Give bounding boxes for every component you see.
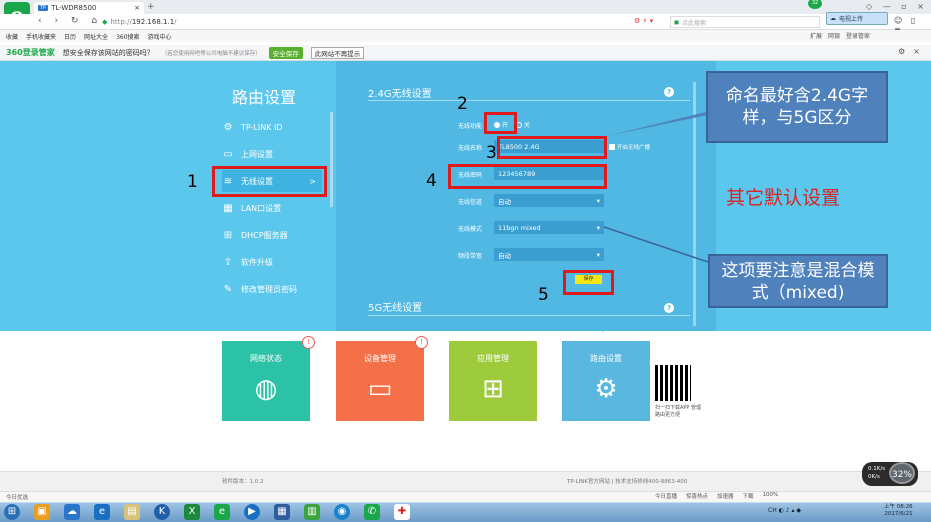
taskbar-excel-icon[interactable]: X [184,504,200,520]
taskbar-app-icon[interactable]: ▦ [274,504,290,520]
taskbar-app-icon[interactable]: K [154,504,170,520]
taskbar-app-icon[interactable]: ☁ [64,504,80,520]
system-tray[interactable]: CH ◐ ♪ ▴ ◆ [768,507,801,514]
taskbar-folder-icon[interactable]: ▤ [124,504,140,520]
software-version: 软件版本：1.0.2 [222,479,264,485]
live-button[interactable]: 今日直播 [655,492,677,500]
taskbar-360-browser-icon[interactable]: e [214,504,230,520]
taskbar-app-icon[interactable]: ✚ [394,504,410,520]
hot-button[interactable]: 惊喜热点 [686,492,708,500]
tile-network-status[interactable]: 网络状态 ◍ [222,341,310,421]
callout-pointer-ssid [607,112,722,136]
alert-badge: ! [302,336,315,349]
alert-badge: ! [415,336,428,349]
footer [0,471,931,491]
other-default-note: 其它默认设置 [726,187,841,209]
taskbar-wechat-icon[interactable]: ✆ [364,504,380,520]
support-info: TP-LINK官方网站 | 技术支持热线400-8863-400 [567,479,688,485]
speed-percent: 32% [889,462,915,484]
callout-ssid: 命名最好含2.4G字样，与5G区分 [706,71,888,143]
taskbar-app-icon[interactable]: ▥ [304,504,320,520]
start-icon[interactable]: ⊞ [4,504,20,520]
zoom-level[interactable]: 100% [763,492,779,500]
qr-code [655,365,691,401]
tile-router-settings[interactable]: 路由设置 ⚙ [562,341,650,421]
daily-pick[interactable]: 今日优选 [6,493,28,501]
download-button[interactable]: 下载 [743,492,754,500]
taskbar-ie-icon[interactable]: e [94,504,110,520]
tile-device-management[interactable]: 设备管理 ▭ [336,341,424,421]
status-right: 今日直播 惊喜热点 加速器 下载 100% [655,492,778,500]
globe-icon: ◍ [254,374,278,404]
status-bar: 今日优选 [0,491,931,502]
grid-icon: ⊞ [482,374,504,404]
qr-caption: 扫一扫下载APP 管理路由更方便 [655,405,702,418]
gear-icon: ⚙ [594,374,618,404]
clock[interactable]: 上午 08:26 2017/6/21 [884,504,913,518]
laptop-icon: ▭ [367,374,393,404]
taskbar-app-icon[interactable]: ▣ [34,504,50,520]
callout-mode: 这项要注意是混合模式（mixed) [708,254,888,308]
callout-pointer-mode [603,226,709,263]
taskbar-app-icon[interactable]: ▶ [244,504,260,520]
pointer-triangle [597,326,609,332]
taskbar-app-icon[interactable]: ◉ [334,504,350,520]
tile-app-management[interactable]: 应用管理 ⊞ [449,341,537,421]
accelerator-button[interactable]: 加速器 [717,492,734,500]
